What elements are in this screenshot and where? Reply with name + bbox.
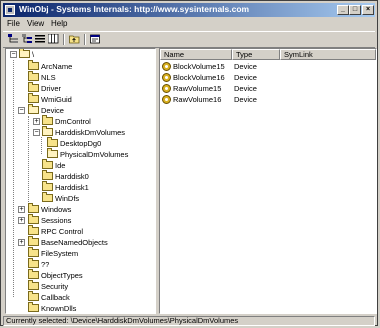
column-header-name[interactable]: Name [160, 49, 232, 60]
tree-item-label: Windows [41, 205, 72, 214]
object-name: BlockVolume15 [173, 62, 225, 71]
title-bar[interactable]: WinObj - Systems Internals: http://www.s… [3, 3, 375, 17]
folder-icon [28, 203, 39, 213]
status-bar: Currently selected: \Device\HarddiskDmVo… [3, 316, 375, 326]
tree-item-label: WmiGuid [41, 95, 72, 104]
tree-item-label: Harddisk1 [55, 183, 89, 192]
tree-connector [28, 116, 29, 208]
tree-item-label: PhysicalDmVolumes [60, 150, 129, 159]
menu-help[interactable]: Help [51, 19, 67, 28]
tree-item-label: ArcName [41, 62, 73, 71]
folder-icon [28, 60, 39, 70]
window-title: WinObj - Systems Internals: http://www.s… [19, 4, 250, 14]
device-icon [162, 62, 171, 71]
folder-icon [42, 170, 53, 180]
folder-icon [28, 214, 39, 224]
tree-item-label: Callback [41, 293, 70, 302]
tree-item-label: DesktopDg0 [60, 139, 102, 148]
hierarchy-icon[interactable] [22, 34, 33, 44]
maximize-button[interactable]: □ [349, 5, 361, 15]
object-name: BlockVolume16 [173, 73, 225, 82]
tree-item-label: WinDfs [55, 194, 80, 203]
device-icon [162, 95, 171, 104]
folder-icon [28, 93, 39, 103]
tree-item-label: ?? [41, 260, 50, 269]
tree-item-label: FileSystem [41, 249, 79, 258]
column-header-symlink[interactable]: SymLink [280, 49, 376, 60]
object-type: Device [234, 73, 257, 82]
expand-toggle[interactable]: + [33, 118, 40, 125]
toolbar-separator [84, 34, 86, 45]
close-button[interactable]: × [362, 5, 374, 15]
folder-icon [28, 82, 39, 92]
folder-icon [28, 291, 39, 301]
tree-item-label: Sessions [41, 216, 72, 225]
object-tree[interactable]: − \ ArcName NLS Driver WmiGuid − Device … [5, 48, 156, 314]
expand-toggle[interactable]: + [18, 217, 25, 224]
collapse-toggle[interactable]: − [10, 51, 17, 58]
folder-icon [19, 49, 30, 58]
folder-icon [42, 181, 53, 191]
tree-item-label: \ [32, 50, 35, 59]
device-icon [162, 84, 171, 93]
folder-icon [28, 280, 39, 290]
tree-item-label: ObjectTypes [41, 271, 83, 280]
menu-view[interactable]: View [27, 19, 44, 28]
collapse-toggle[interactable]: − [33, 129, 40, 136]
folder-icon [47, 148, 58, 158]
object-type: Device [234, 95, 257, 104]
column-header-type[interactable]: Type [232, 49, 280, 60]
folder-icon [28, 225, 39, 235]
menu-bar: File View Help [3, 18, 375, 30]
folder-icon [28, 258, 39, 268]
tree-item-label: RPC Control [41, 227, 84, 236]
folder-icon [28, 236, 39, 246]
toolbar-separator [63, 34, 65, 45]
collapse-toggle[interactable]: − [18, 107, 25, 114]
folder-icon [28, 71, 39, 81]
tree-item-label: KnownDlls [41, 304, 77, 313]
expand-toggle[interactable]: + [18, 206, 25, 213]
tree-item-label: Harddisk0 [55, 172, 89, 181]
object-type: Device [234, 62, 257, 71]
folder-icon [28, 104, 39, 114]
tree-item-label: DmControl [55, 117, 91, 126]
folder-icon [42, 126, 53, 136]
object-name: RawVolume16 [173, 95, 222, 104]
tree-item-label: NLS [41, 73, 56, 82]
details-icon[interactable] [48, 34, 59, 44]
tree-item-label: Security [41, 282, 69, 291]
object-type: Device [234, 84, 257, 93]
list-row[interactable]: BlockVolume16 Device [160, 72, 376, 83]
folder-icon [42, 115, 53, 125]
tree-view-icon[interactable] [8, 34, 19, 44]
folder-icon [28, 247, 39, 257]
list-row[interactable]: RawVolume15 Device [160, 83, 376, 94]
object-list[interactable]: Name Type SymLink BlockVolume15 Device B… [159, 48, 377, 314]
winobj-window: WinObj - Systems Internals: http://www.s… [0, 0, 378, 326]
folder-icon [47, 137, 58, 147]
folder-icon [42, 159, 53, 169]
object-name: RawVolume15 [173, 84, 222, 93]
list-icon[interactable] [35, 34, 46, 44]
menu-file[interactable]: File [7, 19, 20, 28]
folder-up-icon[interactable] [69, 34, 80, 44]
folder-icon [28, 269, 39, 279]
list-row[interactable]: BlockVolume15 Device [160, 61, 376, 72]
tree-connector [13, 60, 14, 297]
properties-icon[interactable] [90, 34, 101, 44]
toolbar [3, 31, 375, 48]
list-row[interactable]: RawVolume16 Device [160, 94, 376, 105]
tree-item-label: BaseNamedObjects [41, 238, 108, 247]
tree-item-label: Ide [55, 161, 66, 170]
device-icon [162, 73, 171, 82]
folder-icon [28, 302, 39, 312]
tree-item-label: Driver [41, 84, 61, 93]
app-icon[interactable] [5, 5, 15, 15]
tree-connector [41, 137, 42, 154]
expand-toggle[interactable]: + [18, 239, 25, 246]
tree-item-label: HarddiskDmVolumes [55, 128, 126, 137]
folder-icon [42, 192, 53, 202]
minimize-button[interactable]: _ [337, 5, 349, 15]
